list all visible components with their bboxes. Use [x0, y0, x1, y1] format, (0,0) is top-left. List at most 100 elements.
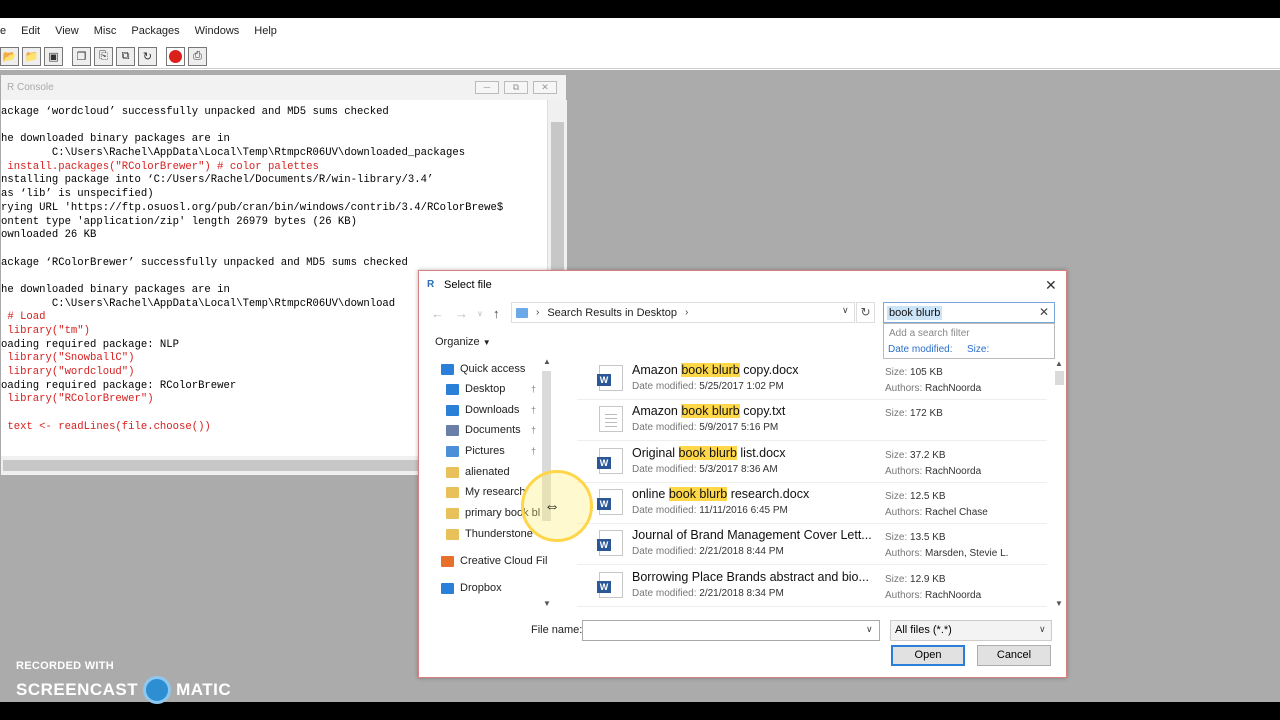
console-titlebar[interactable]: R Console ─ ⧉ ✕	[1, 75, 566, 100]
nav-item-thunderstone[interactable]: Thunderstone	[446, 528, 533, 540]
console-output-line: nstalling package into ‘C:/Users/Rachel/…	[1, 174, 434, 187]
nav-item-quick-access[interactable]: Quick access	[441, 363, 525, 375]
refresh-icon[interactable]: ↻	[138, 46, 157, 66]
nav-item-desktop[interactable]: Desktop	[446, 383, 505, 395]
folder-icon	[446, 466, 459, 478]
nav-item-alienated[interactable]: alienated	[446, 466, 510, 478]
file-size: Size: 37.2 KB	[885, 450, 946, 461]
search-match-highlight: book blurb	[678, 445, 737, 460]
date-label: Date modified:	[632, 422, 697, 434]
file-name: Original book blurb list.docx	[632, 445, 876, 460]
up-arrow-icon[interactable]: ↑	[493, 306, 500, 324]
file-row[interactable]: Amazon book blurb copy.txt Date modified:…	[577, 400, 1047, 442]
print-icon[interactable]: ⎙	[188, 46, 207, 66]
word-doc-icon: W	[597, 447, 623, 474]
menu-packages[interactable]: Packages	[131, 25, 179, 37]
forward-arrow-icon[interactable]: →	[455, 306, 468, 324]
menu-view[interactable]: View	[55, 25, 79, 37]
chevron-down-icon[interactable]: ∨	[842, 305, 849, 316]
authors-value: RachNoorda	[925, 465, 982, 477]
load-workspace-icon[interactable]: 📁	[22, 46, 41, 66]
screencast-watermark: RECORDED WITH SCREENCAST MATIC	[16, 660, 231, 704]
clear-search-icon[interactable]: ✕	[1039, 305, 1049, 319]
top-black-bar	[0, 0, 1280, 18]
paste-icon[interactable]: ⎘	[94, 46, 113, 66]
file-name: Journal of Brand Management Cover Lett..…	[632, 528, 876, 542]
copy-paste-icon[interactable]: ⧉	[116, 46, 135, 66]
close-icon[interactable]: ✕	[533, 81, 557, 94]
authors-label: Authors:	[885, 383, 923, 394]
menu-bar: e Edit View Misc Packages Windows Help	[0, 18, 1280, 44]
pin-icon: †	[531, 446, 537, 456]
size-value: 12.9 KB	[910, 573, 946, 585]
nav-item-label: Quick access	[460, 363, 526, 375]
documents-icon	[446, 424, 459, 436]
address-bar[interactable]: › Search Results in Desktop › ∨	[511, 302, 855, 323]
file-type-select[interactable]: All files (*.*) ∨	[890, 620, 1052, 641]
file-size: Size: 172 KB	[885, 408, 943, 419]
menu-windows[interactable]: Windows	[195, 25, 240, 37]
file-row[interactable]: W Journal of Brand Management Cover Lett.…	[577, 524, 1047, 566]
refresh-icon[interactable]: ↻	[856, 302, 875, 323]
folder-icon	[446, 528, 459, 540]
cancel-button[interactable]: Cancel	[977, 645, 1051, 666]
copy-icon[interactable]: ❐	[72, 46, 91, 66]
menu-edit[interactable]: Edit	[21, 25, 40, 37]
file-authors: Authors: Marsden, Stevie L.	[885, 548, 1008, 559]
search-input[interactable]: book blurb ✕	[883, 302, 1055, 323]
recent-chevron-icon[interactable]: ∨	[477, 309, 483, 327]
back-arrow-icon[interactable]: ←	[431, 306, 444, 324]
file-name-input[interactable]: ∨	[582, 620, 880, 641]
date-value: 5/9/2017 5:16 PM	[699, 422, 779, 434]
restore-icon[interactable]: ⧉	[504, 81, 528, 94]
pin-icon: †	[531, 384, 537, 394]
authors-label: Authors:	[885, 465, 923, 477]
scroll-down-icon[interactable]: ▼	[1055, 599, 1063, 608]
word-doc-icon: W	[597, 488, 623, 515]
file-name-part: online	[632, 486, 669, 501]
search-match-highlight: book blurb	[668, 486, 728, 501]
console-input-line: install.packages("RColorBrewer") # color…	[1, 160, 319, 173]
nav-item-dropbox[interactable]: Dropbox	[441, 582, 502, 594]
address-text: Search Results in Desktop	[547, 306, 677, 319]
minimize-icon[interactable]: ─	[475, 81, 499, 94]
file-date: Date modified: 2/21/2018 8:44 PM	[632, 546, 784, 557]
organize-button[interactable]: Organize ▼	[435, 336, 491, 348]
menu-misc[interactable]: Misc	[94, 25, 117, 37]
stop-icon[interactable]	[166, 46, 185, 66]
dialog-titlebar[interactable]: R Select file ✕	[419, 271, 1066, 299]
file-list: W Amazon book blurb copy.docx Date modifie…	[577, 359, 1047, 609]
scroll-up-icon[interactable]: ▲	[543, 357, 551, 366]
pictures-icon	[446, 445, 459, 457]
menu-file[interactable]: e	[0, 25, 6, 37]
file-list-scrollbar[interactable]: ▲ ▼	[1052, 359, 1066, 611]
search-match-highlight: book blurb	[681, 363, 740, 377]
nav-item-pictures[interactable]: Pictures	[446, 445, 505, 457]
file-authors: Authors: Rachel Chase	[885, 507, 988, 518]
close-icon[interactable]: ✕	[1045, 277, 1057, 294]
console-horizontal-scrollbar[interactable]	[1, 456, 421, 475]
folder-icon	[446, 486, 459, 498]
menu-help[interactable]: Help	[254, 25, 277, 37]
scroll-up-icon[interactable]: ▲	[1055, 359, 1063, 368]
open-button[interactable]: Open	[891, 645, 965, 666]
size-label: Size:	[885, 532, 908, 544]
open-script-icon[interactable]: 📂	[0, 46, 19, 66]
save-icon[interactable]: ▣	[44, 46, 63, 66]
nav-item-creative-cloud-fil[interactable]: Creative Cloud Fil	[441, 555, 547, 567]
nav-item-documents[interactable]: Documents	[446, 424, 521, 436]
resize-cursor-icon: ⇔	[544, 498, 560, 515]
nav-item-downloads[interactable]: Downloads	[446, 404, 519, 416]
file-row[interactable]: W Borrowing Place Brands abstract and bio…	[577, 566, 1047, 607]
file-row[interactable]: W Amazon book blurb copy.docx Date modifie…	[577, 359, 1047, 400]
filter-size[interactable]: Size:	[967, 344, 989, 355]
file-row[interactable]: Wonline book blurb research.docx Date mod…	[577, 483, 1047, 524]
file-type-value: All files (*.*)	[895, 624, 952, 636]
nav-item-my-research[interactable]: My research	[446, 486, 526, 498]
file-row[interactable]: W Original book blurb list.docx Date modif…	[577, 442, 1047, 483]
scroll-down-icon[interactable]: ▼	[543, 599, 551, 608]
filter-date-modified[interactable]: Date modified:	[888, 344, 952, 355]
date-label: Date modified:	[632, 504, 697, 516]
file-name: Amazon book blurb copy.txt	[632, 404, 876, 419]
chevron-down-icon[interactable]: ∨	[866, 624, 873, 635]
